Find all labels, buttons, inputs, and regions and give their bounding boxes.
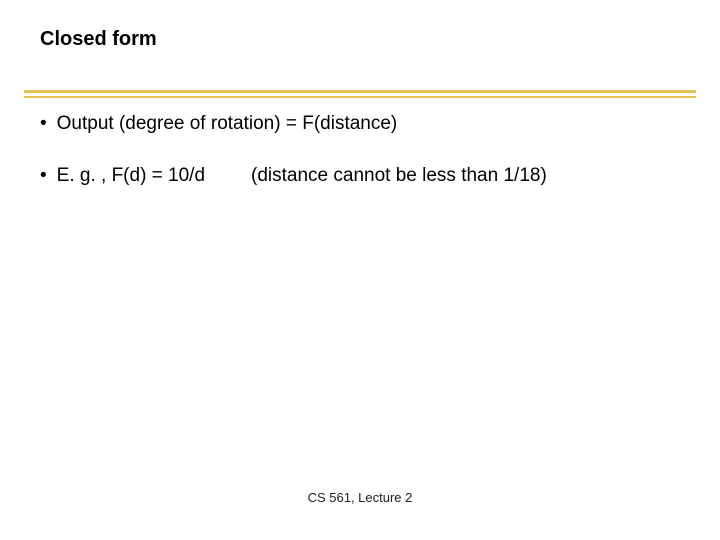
divider: [24, 90, 696, 98]
bullet-1-text: Output (degree of rotation) = F(distance…: [57, 113, 398, 134]
slide-footer: CS 561, Lecture 2: [0, 490, 720, 505]
bullet-icon: •: [40, 165, 47, 186]
bullet-2-note: (distance cannot be less than 1/18): [251, 165, 547, 187]
slide-title: Closed form: [40, 28, 157, 51]
bullet-1: • Output (degree of rotation) = F(distanc…: [40, 113, 397, 135]
bullet-2: • E. g. , F(d) = 10/d (distance cannot be …: [40, 165, 547, 187]
bullet-2-text: E. g. , F(d) = 10/d: [57, 165, 205, 186]
bullet-icon: •: [40, 113, 47, 134]
